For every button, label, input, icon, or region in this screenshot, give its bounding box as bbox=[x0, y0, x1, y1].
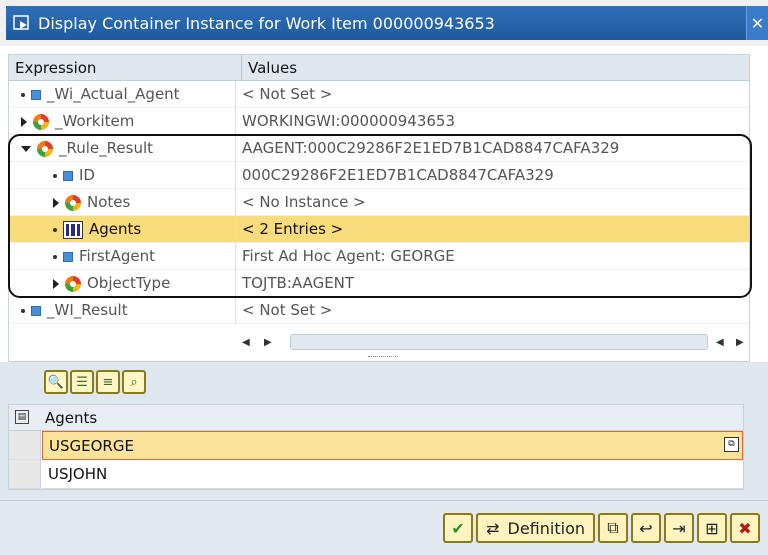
confirm-button[interactable]: ✔ bbox=[443, 513, 474, 543]
window-title: Display Container Instance for Work Item… bbox=[38, 13, 495, 33]
node-value: < Not Set > bbox=[235, 297, 749, 324]
expand-icon[interactable] bbox=[21, 116, 27, 127]
tree-row-wi-actual-agent[interactable]: _Wi_Actual_Agent < Not Set > bbox=[9, 81, 749, 108]
display-icon bbox=[13, 15, 29, 30]
node-name: _WI_Result bbox=[47, 301, 128, 319]
table-row[interactable]: USJOHN bbox=[9, 460, 743, 489]
scroll-right-icon-2[interactable]: ▶ bbox=[736, 336, 746, 350]
cancel-button[interactable]: ✖ bbox=[730, 513, 760, 543]
definition-label: Definition bbox=[507, 518, 585, 538]
table-row[interactable]: USGEORGE ⧉ bbox=[9, 431, 743, 460]
table-cell[interactable]: USGEORGE bbox=[42, 431, 743, 460]
agents-table: ▤ Agents USGEORGE ⧉ USJOHN bbox=[8, 404, 744, 490]
export-icon[interactable]: ⇥ bbox=[664, 513, 694, 543]
tree-header: Expression Values bbox=[9, 55, 749, 81]
highlight-annotation bbox=[8, 134, 752, 298]
tree-node: _Workitem bbox=[21, 108, 134, 135]
node-name: _Workitem bbox=[55, 112, 135, 130]
bullet-icon bbox=[21, 92, 25, 97]
table-settings-icon[interactable]: ▤ bbox=[15, 410, 29, 424]
checkmark-icon: ✔ bbox=[451, 518, 465, 538]
element-icon bbox=[31, 305, 41, 316]
element-icon bbox=[31, 89, 41, 100]
filter-icon[interactable]: ≡ bbox=[96, 370, 120, 394]
bullet-icon bbox=[21, 308, 25, 313]
undo-icon[interactable]: ↩ bbox=[631, 513, 661, 543]
row-selector[interactable] bbox=[9, 431, 41, 460]
close-icon[interactable]: ✕ bbox=[746, 6, 768, 40]
value-help-icon[interactable]: ⧉ bbox=[724, 437, 739, 452]
table-cell[interactable]: USJOHN bbox=[42, 460, 743, 489]
display-icon-button[interactable]: ⧉ bbox=[598, 513, 628, 543]
detail-toolbar: 🔍 ☰ ≡ ⌕ bbox=[44, 370, 146, 394]
cancel-icon: ✖ bbox=[738, 518, 752, 538]
zoom-icon[interactable]: 🔍 bbox=[44, 370, 68, 394]
table-header: ▤ Agents bbox=[9, 405, 743, 431]
definition-icon: ⇄ bbox=[486, 518, 500, 538]
node-value: < Not Set > bbox=[235, 81, 749, 108]
column-agents[interactable]: Agents bbox=[45, 405, 97, 431]
scroll-right-icon[interactable]: ▶ bbox=[264, 336, 274, 350]
scroll-left-icon-2[interactable]: ◀ bbox=[716, 336, 726, 350]
align-icon[interactable]: ☰ bbox=[70, 370, 94, 394]
find-icon[interactable]: ⌕ bbox=[122, 370, 146, 394]
tree-node: _Wi_Actual_Agent bbox=[21, 81, 180, 108]
title-bar-inner: Display Container Instance for Work Item… bbox=[6, 6, 768, 40]
node-name: _Wi_Actual_Agent bbox=[47, 85, 180, 103]
column-expression[interactable]: Expression bbox=[15, 55, 96, 81]
tree-row-wi-result[interactable]: _WI_Result < Not Set > bbox=[9, 297, 749, 324]
pane-splitter[interactable] bbox=[368, 356, 398, 360]
column-values[interactable]: Values bbox=[241, 55, 749, 81]
tree-node: _WI_Result bbox=[21, 297, 128, 324]
scroll-track[interactable] bbox=[290, 334, 708, 350]
structure-icon[interactable]: ⊞ bbox=[697, 513, 727, 543]
object-icon bbox=[33, 113, 49, 130]
definition-button[interactable]: ⇄ Definition bbox=[476, 513, 595, 543]
title-bar: Display Container Instance for Work Item… bbox=[0, 0, 768, 46]
dialog-footer: ✔ ⇄ Definition ⧉ ↩ ⇥ ⊞ ✖ bbox=[0, 500, 768, 555]
tree-row-workitem[interactable]: _Workitem WORKINGWI:000000943653 bbox=[9, 108, 749, 135]
footer-buttons: ✔ ⇄ Definition ⧉ ↩ ⇥ ⊞ ✖ bbox=[443, 513, 760, 543]
scroll-left-icon[interactable]: ◀ bbox=[242, 336, 252, 350]
horizontal-scrollbar[interactable]: ◀ ▶ ◀ ▶ bbox=[232, 332, 750, 354]
node-value: WORKINGWI:000000943653 bbox=[235, 108, 749, 135]
row-selector[interactable] bbox=[9, 460, 41, 489]
